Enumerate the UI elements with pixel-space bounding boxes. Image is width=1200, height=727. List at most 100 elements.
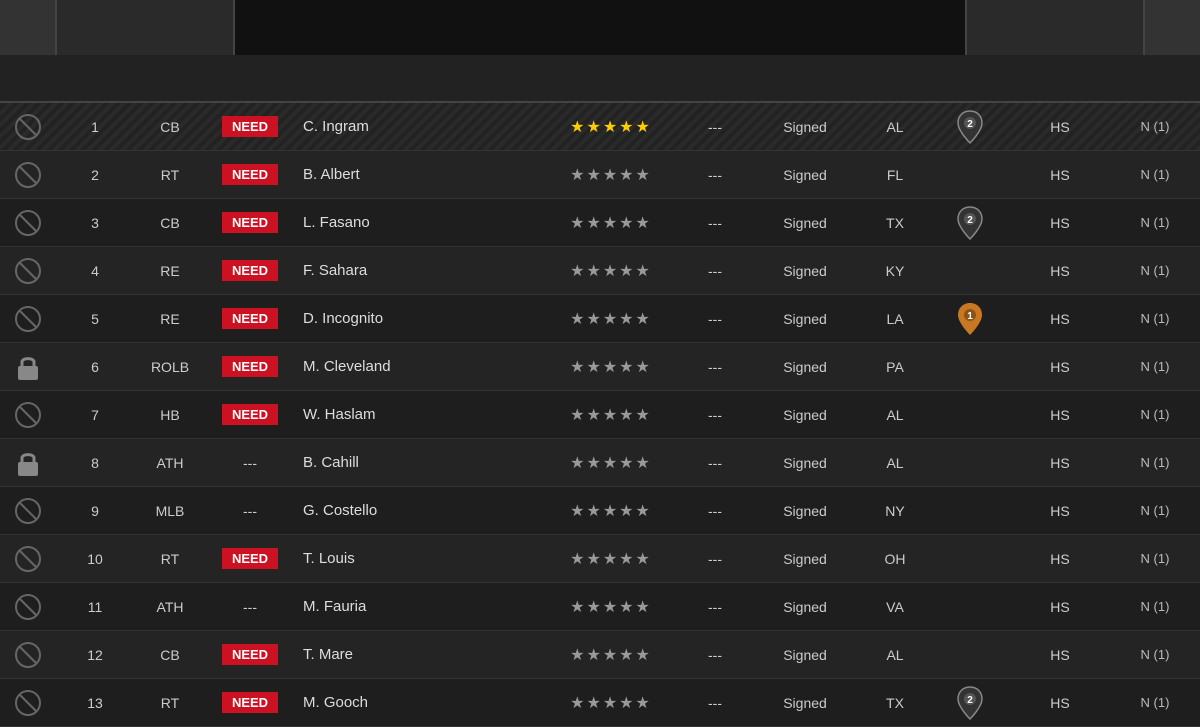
need-cell: Need (205, 548, 295, 569)
filter-any[interactable] (55, 0, 235, 55)
rank-cell: 4 (55, 263, 135, 279)
stage-cell: Signed (750, 551, 860, 567)
rating-cell: ★★★★★ (540, 453, 680, 473)
rank-cell: 2 (55, 167, 135, 183)
offer-cell: N (1) (1110, 215, 1200, 230)
need-cell: Need (205, 308, 295, 329)
pipe-cell: 2 (930, 684, 1010, 722)
int-cell: --- (680, 263, 750, 279)
rating-cell: ★★★★★ (540, 357, 680, 377)
state-filter[interactable] (965, 0, 1145, 55)
st-cell: FL (860, 167, 930, 183)
rating-cell: ★★★★★ (540, 165, 680, 185)
svg-text:2: 2 (967, 695, 973, 706)
svg-text:1: 1 (967, 311, 973, 322)
stage-cell: Signed (750, 311, 860, 327)
table-row[interactable]: 11ATH---M. Fauria★★★★★---SignedVAHSN (1) (0, 583, 1200, 631)
need-cell: Need (205, 260, 295, 281)
rank-cell: 6 (55, 359, 135, 375)
st-cell: PA (860, 359, 930, 375)
stage-cell: Signed (750, 695, 860, 711)
pos-cell: RT (135, 695, 205, 711)
pos-cell: RE (135, 311, 205, 327)
pos-cell: RT (135, 167, 205, 183)
need-cell: Need (205, 692, 295, 713)
name-cell: B. Albert (295, 166, 540, 183)
int-cell: --- (680, 695, 750, 711)
stage-cell: Signed (750, 503, 860, 519)
rank-cell: 10 (55, 551, 135, 567)
need-cell: Need (205, 404, 295, 425)
rank-cell: 8 (55, 455, 135, 471)
int-cell: --- (680, 119, 750, 135)
pos-cell: MLB (135, 503, 205, 519)
name-cell: T. Louis (295, 550, 540, 567)
tar-cell (0, 497, 55, 525)
table-row[interactable]: 1CBNeedC. Ingram★★★★★---SignedAL2HSN (1) (0, 103, 1200, 151)
need-cell: --- (205, 455, 295, 471)
name-cell: B. Cahill (295, 454, 540, 471)
stage-cell: Signed (750, 455, 860, 471)
offer-cell: N (1) (1110, 551, 1200, 566)
svg-text:2: 2 (967, 215, 973, 226)
int-cell: --- (680, 359, 750, 375)
pipe-cell: 1 (930, 300, 1010, 338)
l2-button[interactable] (0, 0, 55, 55)
need-cell: --- (205, 503, 295, 519)
tar-cell (0, 305, 55, 333)
tar-cell (0, 545, 55, 573)
tar-cell (0, 401, 55, 429)
name-cell: M. Gooch (295, 694, 540, 711)
rating-cell: ★★★★★ (540, 501, 680, 521)
class-cell: HS (1010, 551, 1110, 567)
st-cell: NY (860, 503, 930, 519)
stage-cell: Signed (750, 167, 860, 183)
table-row[interactable]: 12CBNeedT. Mare★★★★★---SignedALHSN (1) (0, 631, 1200, 679)
tar-cell (0, 689, 55, 717)
st-cell: AL (860, 455, 930, 471)
table-row[interactable]: 3CBNeedL. Fasano★★★★★---SignedTX2HSN (1) (0, 199, 1200, 247)
pipe-cell: 2 (930, 204, 1010, 242)
table-row[interactable]: 8ATH---B. Cahill★★★★★---SignedALHSN (1) (0, 439, 1200, 487)
table-row[interactable]: 7HBNeedW. Haslam★★★★★---SignedALHSN (1) (0, 391, 1200, 439)
class-cell: HS (1010, 215, 1110, 231)
tar-cell (0, 641, 55, 669)
rating-cell: ★★★★★ (540, 549, 680, 569)
rank-cell: 9 (55, 503, 135, 519)
int-cell: --- (680, 551, 750, 567)
stage-cell: Signed (750, 647, 860, 663)
tar-cell (0, 161, 55, 189)
int-cell: --- (680, 647, 750, 663)
table-row[interactable]: 10RTNeedT. Louis★★★★★---SignedOHHSN (1) (0, 535, 1200, 583)
name-cell: D. Incognito (295, 310, 540, 327)
int-cell: --- (680, 455, 750, 471)
offer-cell: N (1) (1110, 455, 1200, 470)
table-row[interactable]: 5RENeedD. Incognito★★★★★---SignedLA1HSN … (0, 295, 1200, 343)
tar-cell (0, 257, 55, 285)
stage-cell: Signed (750, 263, 860, 279)
int-cell: --- (680, 503, 750, 519)
rank-cell: 11 (55, 599, 135, 615)
table-row[interactable]: 9MLB---G. Costello★★★★★---SignedNYHSN (1… (0, 487, 1200, 535)
tar-cell (0, 113, 55, 141)
table-row[interactable]: 13RTNeedM. Gooch★★★★★---SignedTX2HSN (1) (0, 679, 1200, 727)
rating-cell: ★★★★★ (540, 309, 680, 329)
stage-cell: Signed (750, 359, 860, 375)
class-cell: HS (1010, 311, 1110, 327)
table-row[interactable]: 6ROLBNeedM. Cleveland★★★★★---SignedPAHSN… (0, 343, 1200, 391)
name-cell: C. Ingram (295, 118, 540, 135)
r2-button[interactable] (1145, 0, 1200, 55)
need-cell: Need (205, 164, 295, 185)
need-cell: --- (205, 599, 295, 615)
table-row[interactable]: 4RENeedF. Sahara★★★★★---SignedKYHSN (1) (0, 247, 1200, 295)
rating-cell: ★★★★★ (540, 405, 680, 425)
name-cell: G. Costello (295, 502, 540, 519)
rating-cell: ★★★★★ (540, 117, 680, 137)
stage-cell: Signed (750, 215, 860, 231)
pos-cell: RT (135, 551, 205, 567)
stage-cell: Signed (750, 599, 860, 615)
need-cell: Need (205, 356, 295, 377)
header-row (0, 55, 1200, 103)
offer-cell: N (1) (1110, 695, 1200, 710)
table-row[interactable]: 2RTNeedB. Albert★★★★★---SignedFLHSN (1) (0, 151, 1200, 199)
